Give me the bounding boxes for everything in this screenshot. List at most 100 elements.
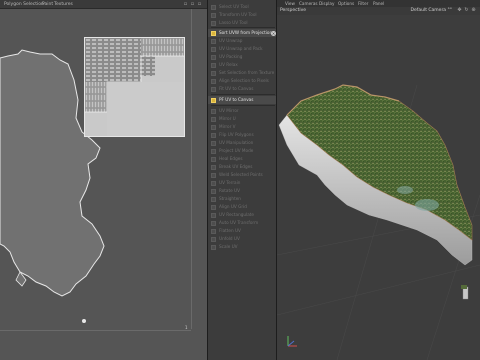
viewport-camera-label[interactable]: Default Camera °° [411,7,452,15]
menu-options[interactable]: Options [338,0,354,7]
tool-icon [211,228,216,234]
uv-packed-atlas[interactable] [84,37,185,137]
move-icon[interactable]: ✥ [457,8,462,13]
tool-icon [211,30,216,36]
lock-icon[interactable]: ▫ [183,2,188,7]
tool-label: Mirror V [219,124,236,129]
menu-view[interactable]: View [285,0,295,7]
tool-label: Fit UV to Canvas [219,86,254,91]
menu-filter[interactable]: Filter [358,0,368,7]
expand-icon[interactable]: ▫ [190,2,195,7]
tool-icon [211,132,216,138]
tool-row[interactable]: Auto UV Transform [208,219,276,227]
zoom-icon[interactable]: ⊕ [471,8,476,13]
tool-icon [211,12,216,18]
tool-label: Auto UV Transform [219,220,259,225]
uv-menubar: Polygon Selection Paint Textures ▫ ▫ ▫ [0,0,207,9]
tool-icon [211,116,216,122]
tool-label: Heal Edges [219,156,243,161]
tool-row[interactable]: Scale UV [208,243,276,251]
tool-icon [211,124,216,130]
tool-label: Sort UVW from Projection [219,30,273,35]
tool-row[interactable]: Select UV Tool [208,3,276,11]
tool-icon [211,164,216,170]
tool-row[interactable]: Break UV Edges [208,163,276,171]
tool-label: Break UV Edges [219,164,253,169]
menu-paint[interactable]: Paint [42,0,53,9]
uv-toolbar-icons: ▫ ▫ ▫ [183,0,203,9]
tool-row[interactable]: Flip UV Polygons [208,131,276,139]
menu-textures[interactable]: Textures [54,0,73,9]
tool-label: Scale UV [219,244,238,249]
tool-row[interactable]: Unfold UV [208,235,276,243]
tool-icon [211,188,216,194]
uv-editor-panel: Polygon Selection Paint Textures ▫ ▫ ▫ 1 [0,0,207,360]
tool-label: Weld Selected Points [219,172,263,177]
close-icon[interactable]: × [271,30,276,36]
tool-row[interactable]: Mirror U [208,115,276,123]
viewport-header: Perspective Default Camera °° ✥ ↻ ⊕ [277,7,480,15]
tool-label: UV Terrain [219,180,241,185]
tool-row[interactable]: Transform UV Tool [208,11,276,19]
menu-display[interactable]: Display [319,0,334,7]
tool-label: Transform UV Tool [219,12,257,17]
tool-icon [211,156,216,162]
tool-icon [211,4,216,10]
tool-label: UV Mirror [219,108,239,113]
tool-label: UV Unwrap and Pack [219,46,263,51]
tool-row[interactable]: Fit UV to Canvas [208,85,276,93]
viewport-panel: View Cameras Display Options Filter Pane… [277,0,480,360]
menu-polygon-selection[interactable]: Polygon Selection [4,0,44,9]
menu-cameras[interactable]: Cameras [299,0,318,7]
tool-icon [211,20,216,26]
tool-row[interactable]: UV Relax [208,61,276,69]
menu-panel[interactable]: Panel [373,0,384,7]
tool-label: Flip UV Polygons [219,132,254,137]
tool-row[interactable]: Sort UVW from Projection × [208,29,276,37]
viewport-title: Perspective [280,8,307,13]
tool-icon [211,220,216,226]
tool-row[interactable]: Align UV Grid [208,203,276,211]
tool-icon [211,180,216,186]
tool-row[interactable]: Lasso UV Tool [208,19,276,27]
tool-row[interactable]: Weld Selected Points [208,171,276,179]
uv-axis-label: 1 [185,325,188,330]
tool-row[interactable]: UV Unwrap and Pack [208,45,276,53]
tool-icon [211,140,216,146]
tool-label: Set Selection from Texture [219,70,275,75]
tool-icon [211,54,216,60]
tool-row[interactable]: Set Selection from Texture [208,69,276,77]
viewport-scene[interactable] [277,15,480,360]
tool-label: Align Selection to Pixels [219,78,269,83]
tool-icon [211,244,216,250]
rotate-icon[interactable]: ↻ [464,8,469,13]
tool-row[interactable]: Heal Edges [208,155,276,163]
tool-row[interactable]: UV Packing [208,53,276,61]
tool-row[interactable]: Rotate UV [208,187,276,195]
tool-label: UV Rectangulate [219,212,254,217]
tool-row[interactable]: UV Unwrap [208,37,276,45]
tool-icon [211,212,216,218]
tool-label: Project UV Mode [219,148,254,153]
tool-row[interactable]: Flatten UV [208,227,276,235]
tool-separator [211,27,275,28]
tool-label: Unfold UV [219,236,240,241]
tool-icon [211,172,216,178]
tool-row[interactable]: UV Mirror [208,107,276,115]
tool-row[interactable]: Align Selection to Pixels [208,77,276,85]
tool-row[interactable]: UV Rectangulate [208,211,276,219]
tool-row[interactable]: PF UV to Canvas [208,96,276,104]
tool-label: Align UV Grid [219,204,247,209]
tool-row[interactable]: UV Manipulation [208,139,276,147]
tool-icon [211,78,216,84]
settings-icon[interactable]: ▫ [197,2,202,7]
tool-row[interactable]: Straighten [208,195,276,203]
tool-row[interactable]: Mirror V [208,123,276,131]
tool-label: Select UV Tool [219,4,249,9]
tool-row[interactable]: UV Terrain [208,179,276,187]
uv-grid-boundary-vertical [191,9,192,329]
tool-label: PF UV to Canvas [219,97,254,102]
tool-row[interactable]: Project UV Mode [208,147,276,155]
tool-label: UV Unwrap [219,38,243,43]
axis-gizmo-icon [287,336,297,347]
